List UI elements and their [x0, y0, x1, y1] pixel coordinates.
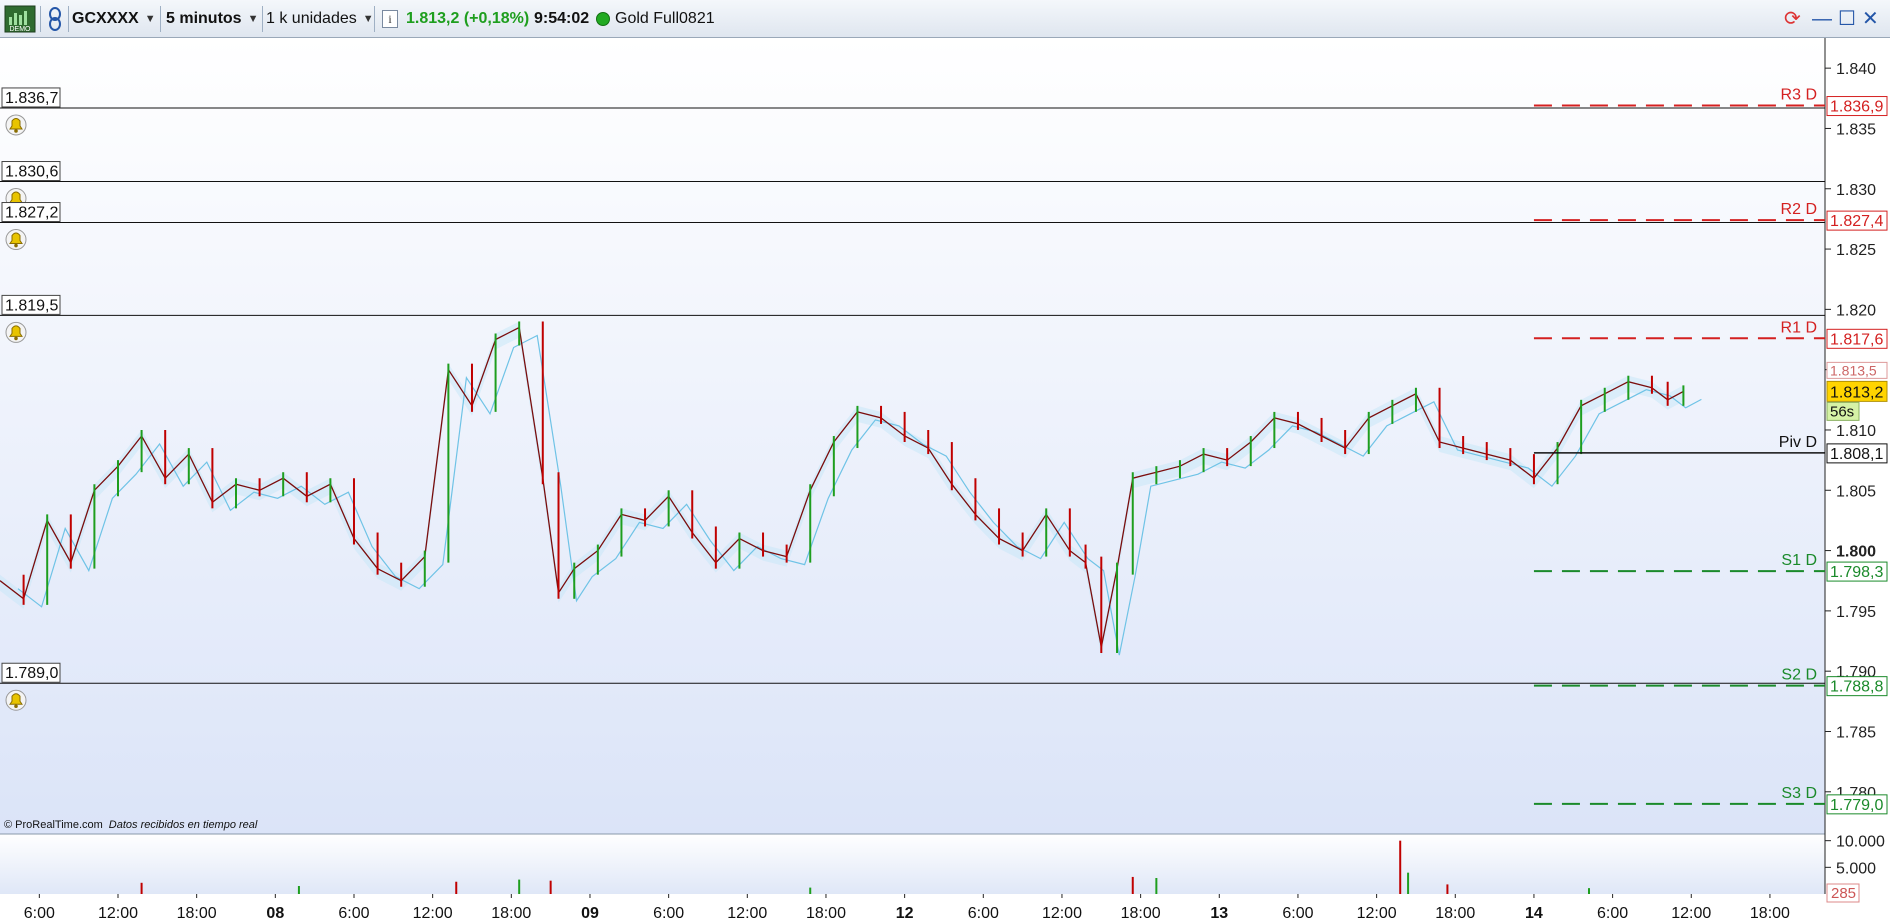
status-dot-icon [596, 12, 610, 26]
alert-label: 1.827,2 [5, 205, 58, 222]
contract-status: Gold Full0821 [596, 4, 715, 34]
pivot-value: 1.798,3 [1830, 564, 1883, 581]
x-tick-label: 12:00 [1042, 905, 1082, 922]
refresh-icon[interactable]: ⟳ [1784, 7, 1801, 31]
pivot-value: 1.817,6 [1830, 331, 1883, 348]
pivot-name: R2 D [1781, 201, 1817, 218]
pivot-value: 1.836,9 [1830, 99, 1883, 116]
x-tick-label: 08 [266, 905, 284, 922]
alert-label: 1.819,5 [5, 297, 58, 314]
contract-label: Gold Full0821 [615, 10, 715, 27]
x-tick-label: 6:00 [24, 905, 55, 922]
clock-time: 9:54:02 [534, 10, 590, 27]
x-tick-label: 6:00 [338, 905, 369, 922]
units-label: 1 k unidades [266, 10, 357, 27]
y-tick-label: 1.810 [1836, 423, 1876, 440]
volume-background [0, 834, 1825, 894]
x-tick-label: 6:00 [653, 905, 684, 922]
pivot-name: R3 D [1781, 87, 1817, 104]
svg-text:DEMO: DEMO [10, 26, 32, 33]
volume-last-value: 285 [1831, 885, 1856, 902]
demo-logo-icon: DEMO [4, 5, 36, 33]
pivot-name: S3 D [1781, 785, 1817, 802]
bell-icon-clapper [14, 243, 18, 248]
demo-logo: DEMO [4, 4, 36, 34]
y-tick-label: 1.820 [1836, 302, 1876, 319]
x-tick-label: 12:00 [98, 905, 138, 922]
price-chart[interactable]: 1.8401.8351.8301.8251.8201.8151.8101.805… [0, 38, 1890, 922]
y-tick-label: 1.795 [1836, 604, 1876, 621]
x-tick-label: 18:00 [806, 905, 846, 922]
x-tick-label: 14 [1525, 905, 1543, 922]
x-tick-label: 6:00 [1597, 905, 1628, 922]
volume-tick-label: 10.000 [1836, 834, 1885, 851]
chart-toolbar: DEMO GCXXXX ▼ 5 minutos ▼ 1 k unidades ▼ i … [0, 0, 1890, 38]
y-tick-label: 1.830 [1836, 182, 1876, 199]
pivot-value: 1.808,1 [1830, 446, 1883, 463]
pivot-name: R1 D [1781, 319, 1817, 336]
chevron-down-icon: ▼ [144, 13, 156, 25]
y-tick-label: 1.805 [1836, 483, 1876, 500]
pivot-value: 1.827,4 [1830, 213, 1883, 230]
x-tick-label: 6:00 [1282, 905, 1313, 922]
maximize-button[interactable]: ☐ [1838, 7, 1856, 31]
close-button[interactable]: ✕ [1862, 7, 1879, 31]
current-price-label: 1.813,2 [1830, 384, 1883, 401]
countdown-label: 56s [1830, 403, 1854, 420]
last-price: 1.813,2 (+0,18%) [406, 10, 530, 27]
x-tick-label: 12 [896, 905, 914, 922]
alert-label: 1.789,0 [5, 665, 58, 682]
y-tick-label: 1.840 [1836, 61, 1876, 78]
bell-icon-clapper [14, 129, 18, 133]
pivot-value: 1.779,0 [1830, 797, 1883, 814]
y-tick-label: 1.800 [1836, 544, 1876, 561]
instrument-label: GCXXXX [72, 10, 139, 27]
link-icon[interactable] [46, 4, 66, 34]
pivot-value: 1.788,8 [1830, 679, 1883, 696]
x-tick-label: 6:00 [968, 905, 999, 922]
x-tick-label: 12:00 [1357, 905, 1397, 922]
y-tick-label: 1.825 [1836, 242, 1876, 259]
x-tick-label: 12:00 [413, 905, 453, 922]
x-tick-label: 18:00 [1121, 905, 1161, 922]
x-tick-label: 09 [581, 905, 599, 922]
x-tick-label: 18:00 [1435, 905, 1475, 922]
copyright-text: © ProRealTime.com Datos recibidos en tiem… [4, 819, 258, 831]
info-button[interactable]: i [382, 4, 398, 34]
alert-label: 1.830,6 [5, 164, 58, 181]
volume-tick-label: 5.000 [1836, 860, 1876, 877]
pivot-name: S1 D [1781, 552, 1817, 569]
high-tag: 1.813,5 [1830, 362, 1877, 378]
timeframe-selector[interactable]: 5 minutos ▼ [166, 4, 258, 34]
pivot-name: Piv D [1779, 434, 1817, 451]
bell-icon-clapper [14, 704, 18, 709]
x-tick-label: 12:00 [727, 905, 767, 922]
info-icon: i [382, 10, 398, 28]
y-tick-label: 1.835 [1836, 121, 1876, 138]
chevron-down-icon: ▼ [362, 13, 374, 25]
minimize-button[interactable]: — [1812, 7, 1832, 31]
bell-icon [5, 689, 27, 711]
timeframe-label: 5 minutos [166, 10, 242, 27]
bell-icon [5, 114, 27, 136]
units-selector[interactable]: 1 k unidades ▼ [266, 4, 374, 34]
bell-icon-clapper [14, 336, 18, 341]
x-tick-label: 13 [1210, 905, 1228, 922]
bell-icon [5, 321, 27, 343]
x-tick-label: 18:00 [491, 905, 531, 922]
instrument-selector[interactable]: GCXXXX ▼ [72, 4, 156, 34]
chevron-down-icon: ▼ [247, 13, 259, 25]
y-tick-label: 1.785 [1836, 724, 1876, 741]
bell-icon [5, 229, 27, 251]
price-change: (+0,18%) [463, 10, 530, 27]
x-tick-label: 18:00 [177, 905, 217, 922]
x-tick-label: 18:00 [1750, 905, 1790, 922]
alert-label: 1.836,7 [5, 90, 58, 107]
x-tick-label: 12:00 [1671, 905, 1711, 922]
pivot-name: S2 D [1781, 667, 1817, 684]
